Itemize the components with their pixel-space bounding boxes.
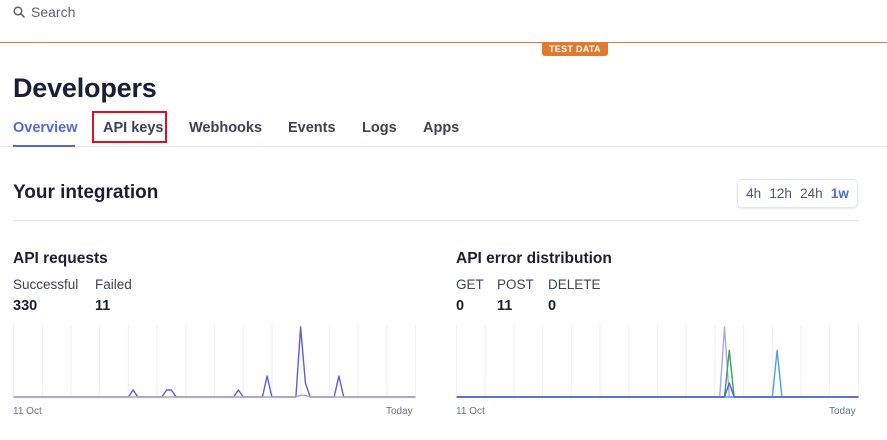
api-errors-x-end: Today bbox=[829, 406, 856, 417]
api-errors-chart[interactable] bbox=[456, 325, 859, 400]
api-errors-title: API error distribution bbox=[456, 250, 612, 267]
delete-label: DELETE bbox=[548, 277, 601, 292]
successful-value: 330 bbox=[13, 298, 38, 314]
section-title: Your integration bbox=[13, 182, 159, 203]
range-1w[interactable]: 1w bbox=[831, 186, 849, 201]
post-label: POST bbox=[497, 277, 534, 292]
active-tab-indicator bbox=[13, 145, 75, 147]
search-icon bbox=[13, 6, 25, 18]
api-requests-title: API requests bbox=[13, 250, 108, 267]
range-4h[interactable]: 4h bbox=[746, 186, 761, 201]
successful-label: Successful bbox=[13, 277, 79, 292]
search-placeholder: Search bbox=[31, 4, 76, 20]
api-requests-x-start: 11 Oct bbox=[13, 406, 42, 417]
section-divider bbox=[13, 220, 859, 221]
delete-value: 0 bbox=[548, 298, 557, 314]
search-input[interactable]: Search bbox=[13, 4, 75, 20]
range-12h[interactable]: 12h bbox=[769, 186, 792, 201]
get-value: 0 bbox=[456, 298, 465, 314]
tab-events[interactable]: Events bbox=[288, 120, 336, 136]
tab-overview[interactable]: Overview bbox=[13, 120, 78, 136]
tab-logs[interactable]: Logs bbox=[362, 120, 397, 136]
page-title: Developers bbox=[13, 73, 157, 103]
get-label: GET bbox=[456, 277, 484, 292]
highlight-box bbox=[92, 111, 167, 143]
range-24h[interactable]: 24h bbox=[800, 186, 823, 201]
test-data-badge: TEST DATA bbox=[542, 42, 608, 56]
tab-apps[interactable]: Apps bbox=[423, 120, 459, 136]
failed-label: Failed bbox=[95, 277, 132, 292]
tab-webhooks[interactable]: Webhooks bbox=[189, 120, 262, 136]
api-errors-x-start: 11 Oct bbox=[456, 406, 485, 417]
time-range-selector: 4h 12h 24h 1w bbox=[737, 179, 858, 208]
api-requests-x-end: Today bbox=[386, 406, 413, 417]
api-requests-chart[interactable] bbox=[13, 325, 416, 400]
post-value: 11 bbox=[497, 298, 513, 314]
top-bar: Search bbox=[0, 0, 887, 43]
failed-value: 11 bbox=[95, 298, 111, 314]
